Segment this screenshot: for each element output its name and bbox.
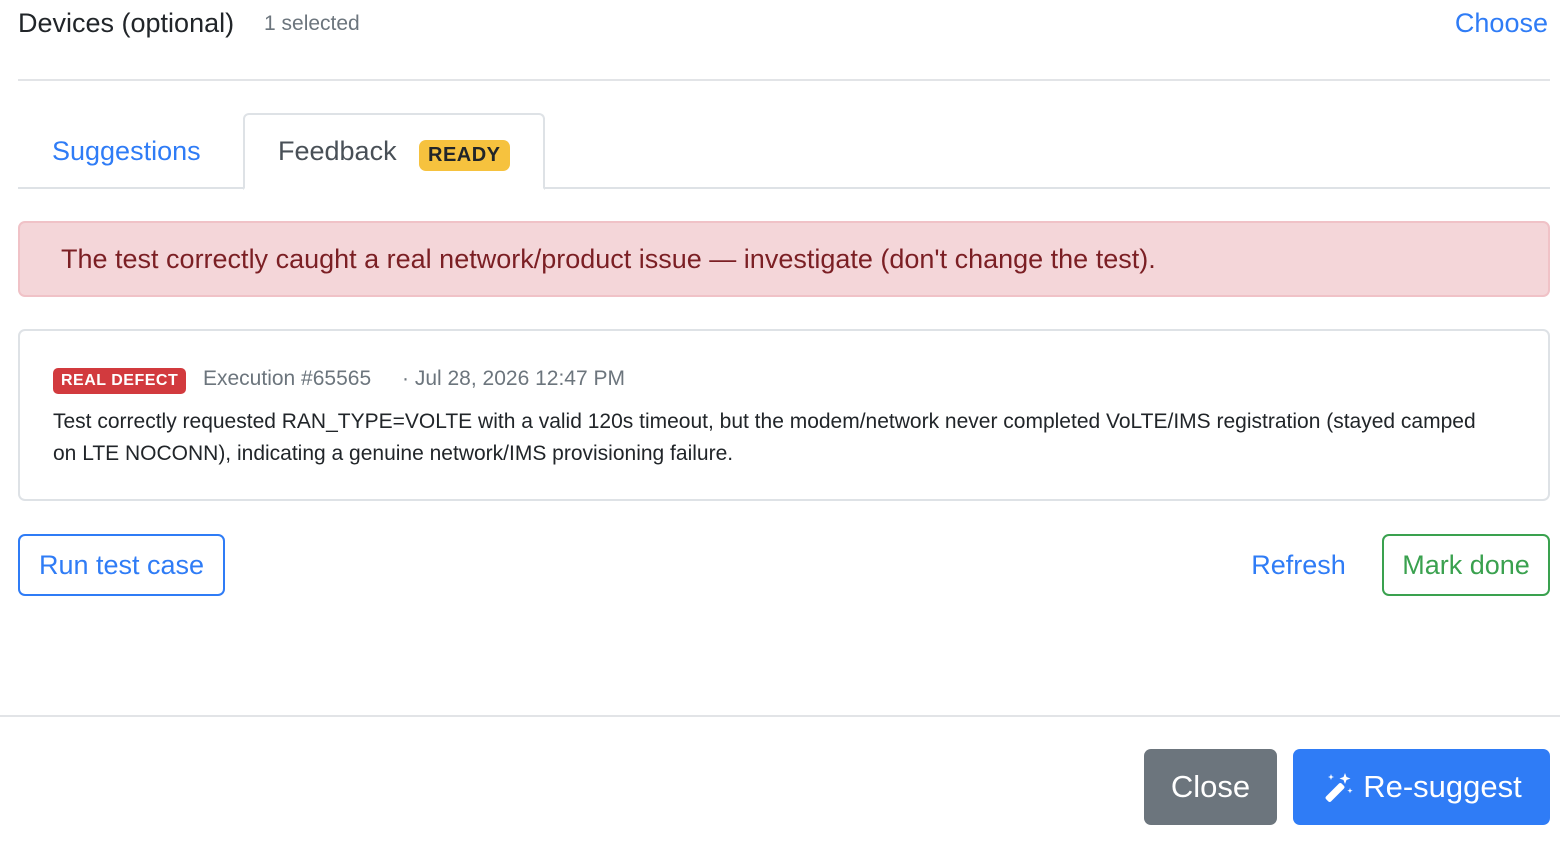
tab-feedback-label: Feedback <box>278 136 397 166</box>
resuggest-label: Re-suggest <box>1363 769 1522 804</box>
mark-done-button[interactable]: Mark done <box>1382 534 1550 596</box>
devices-row: Devices (optional) 1 selected Choose <box>18 0 1550 50</box>
refresh-button[interactable]: Refresh <box>1236 534 1361 596</box>
choose-devices-link[interactable]: Choose <box>1455 8 1548 39</box>
feedback-card: REAL DEFECT Execution #65565 · Jul 28, 2… <box>18 329 1550 501</box>
alert-message: The test correctly caught a real network… <box>61 244 1156 274</box>
resuggest-button[interactable]: Re-suggest <box>1293 749 1550 825</box>
tab-suggestions-label: Suggestions <box>52 136 201 166</box>
devices-title: Devices (optional) <box>18 8 235 38</box>
feedback-dialog: Devices (optional) 1 selected Choose Sug… <box>0 0 1560 850</box>
footer-divider <box>0 715 1560 717</box>
tab-suggestions[interactable]: Suggestions <box>18 113 243 189</box>
magic-wand-icon <box>1325 773 1353 802</box>
execution-id: Execution #65565 <box>203 367 372 390</box>
execution-date: · Jul 28, 2026 12:47 PM <box>402 367 625 390</box>
ready-badge: READY <box>419 140 510 171</box>
tab-feedback[interactable]: Feedback READY <box>243 113 545 190</box>
danger-alert: The test correctly caught a real network… <box>18 221 1550 297</box>
tab-bar: Suggestions Feedback READY <box>18 113 1550 190</box>
feedback-body: Test correctly requested RAN_TYPE=VOLTE … <box>53 410 1476 465</box>
devices-selected-count: 1 selected <box>264 12 360 35</box>
close-button[interactable]: Close <box>1144 749 1277 825</box>
real-defect-badge: REAL DEFECT <box>53 368 187 394</box>
run-test-case-button[interactable]: Run test case <box>18 534 225 596</box>
divider <box>18 79 1550 81</box>
